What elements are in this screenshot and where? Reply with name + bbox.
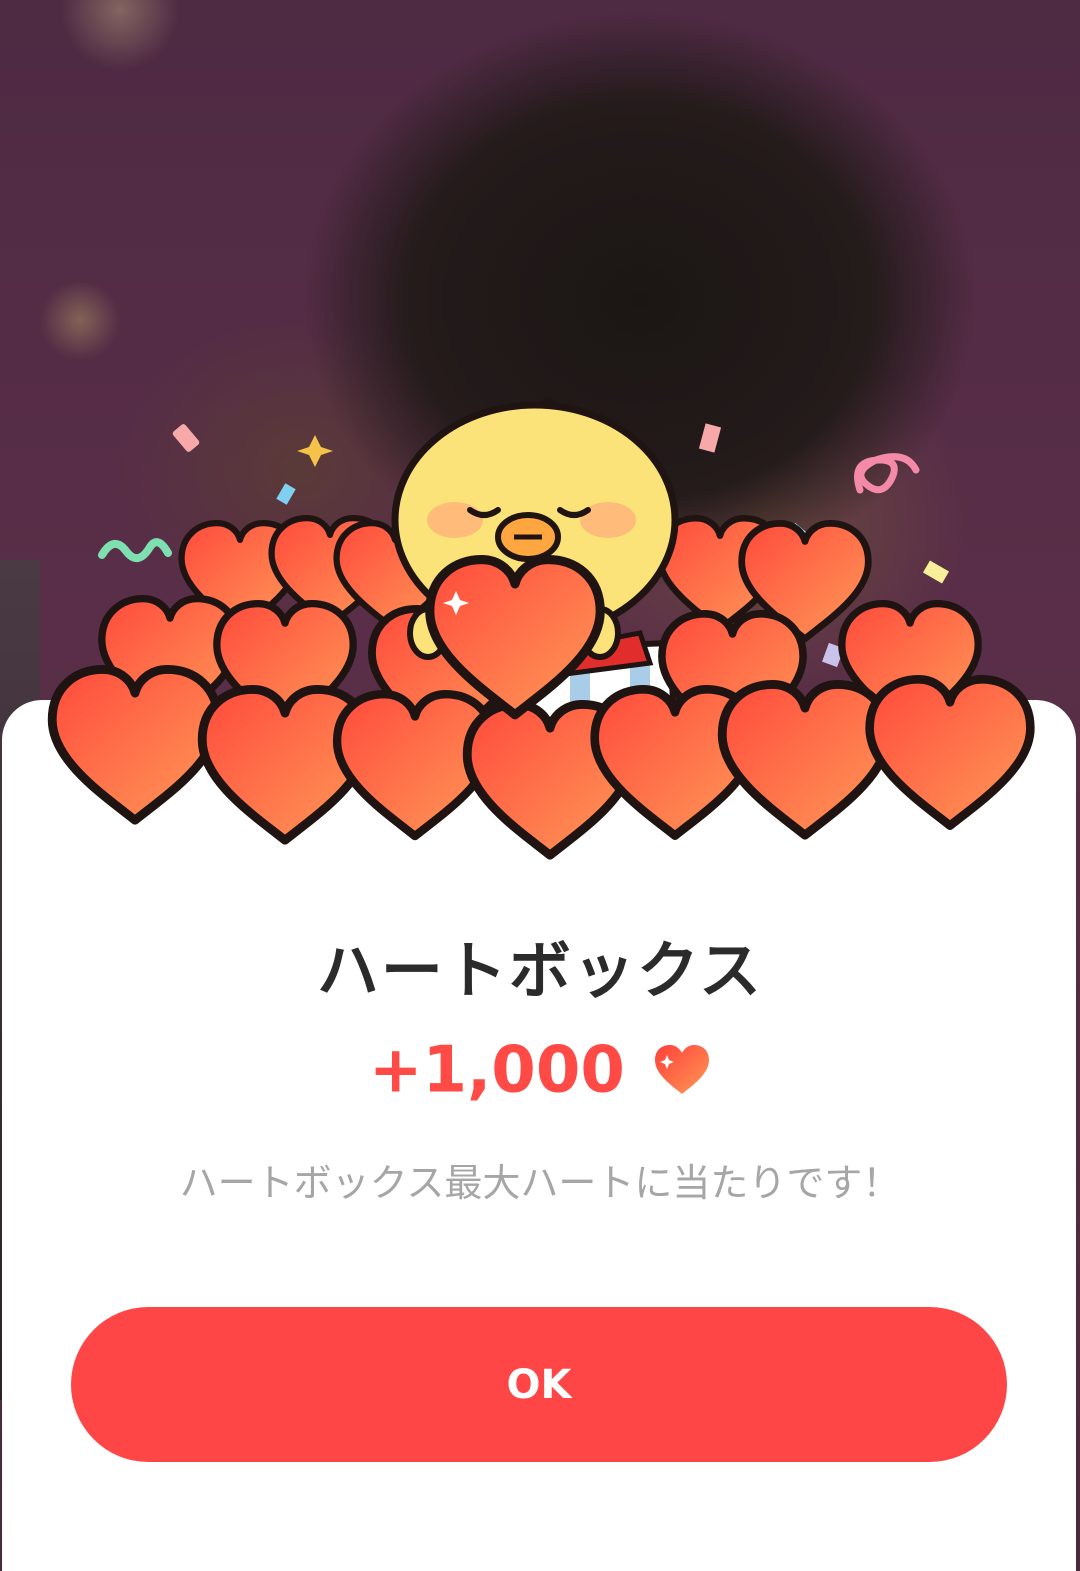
heart-icon bbox=[655, 1045, 710, 1095]
ok-button[interactable]: OK bbox=[71, 1307, 1007, 1462]
reward-amount-row: +1,000 bbox=[0, 1030, 1080, 1107]
heart-box-illustration bbox=[30, 398, 1050, 865]
dialog-title: ハートボックス bbox=[316, 934, 764, 1007]
result-message: ハートボックス最大ハートに当たりです！ bbox=[179, 1161, 901, 1205]
reward-amount: +1,000 bbox=[368, 1033, 625, 1108]
